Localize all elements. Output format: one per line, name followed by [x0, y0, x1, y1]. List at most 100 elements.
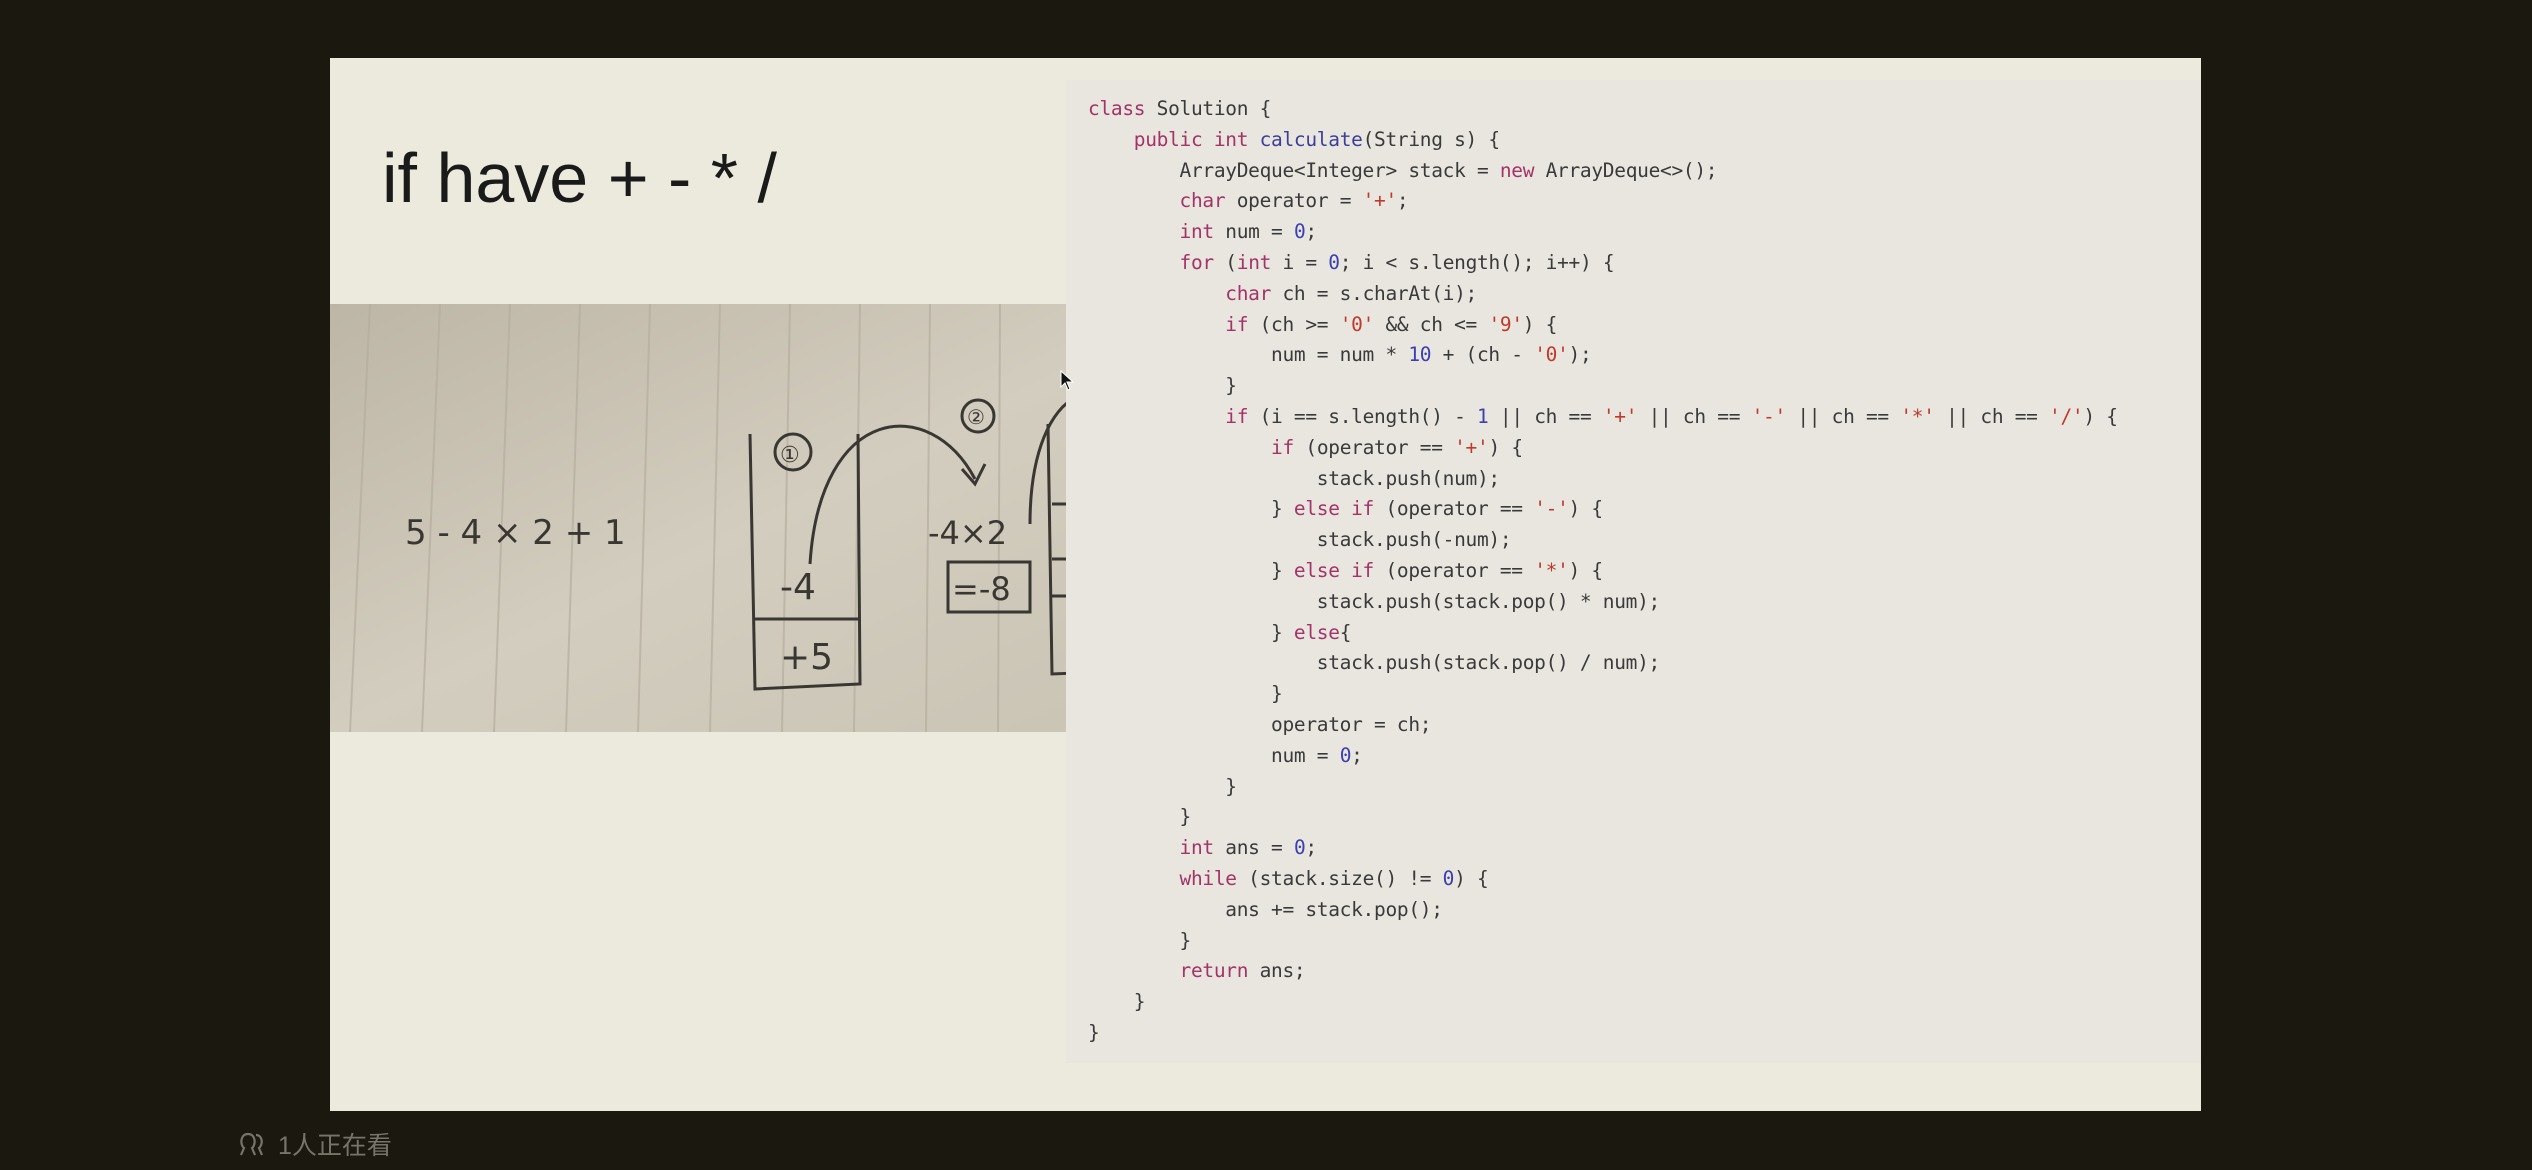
code-token: ; i < s.length(); i++) {	[1339, 251, 1615, 274]
code-token: num = num *	[1088, 343, 1409, 367]
code-line: }	[1088, 374, 1237, 397]
code-token: else	[1293, 620, 1340, 644]
code-token: else if	[1293, 559, 1375, 582]
code-line: }	[1088, 928, 1192, 952]
code-token: new	[1499, 158, 1535, 182]
code-line: } else if (operator == '*') {	[1088, 559, 1603, 582]
code-token: (operator ==	[1374, 559, 1535, 582]
code-line: stack.push(stack.pop() * num);	[1088, 589, 1661, 613]
code-line: ArrayDeque<Integer> stack = new ArrayDeq…	[1088, 158, 1718, 182]
code-token: stack.push(num);	[1088, 466, 1500, 490]
code-token: ans;	[1248, 959, 1306, 983]
code-line: } else if (operator == '-') {	[1088, 497, 1603, 520]
code-line: return ans;	[1088, 959, 1306, 983]
code-token: ;	[1351, 743, 1363, 767]
code-token: (ch >=	[1248, 312, 1340, 336]
code-line: stack.push(-num);	[1088, 528, 1512, 552]
code-token: '+'	[1602, 405, 1638, 428]
code-token: }	[1088, 559, 1294, 582]
code-token: ) {	[1568, 559, 1604, 582]
code-token: '-'	[1534, 497, 1569, 521]
presentation-slide: if have + - * / 5 - 4 × 2 + 1 ① ② ③ -4 +…	[330, 58, 2201, 1111]
code-token: while	[1179, 867, 1238, 890]
code-token: (stack.size() !=	[1236, 867, 1443, 890]
code-token: ;	[1305, 836, 1317, 860]
code-token: else if	[1293, 497, 1375, 521]
code-token: char	[1179, 189, 1226, 213]
code-line: if (operator == '+') {	[1088, 436, 1523, 459]
stack1-bottom: +5	[780, 637, 833, 678]
code-token: || ch ==	[1637, 405, 1752, 428]
code-token: || ch ==	[1934, 405, 2050, 428]
code-token: }	[1088, 374, 1237, 398]
code-token: (String s) {	[1362, 127, 1501, 151]
code-token: calculate	[1259, 127, 1363, 151]
code-line: if (ch >= '0' && ch <= '9') {	[1088, 313, 1557, 336]
code-token: int	[1179, 836, 1215, 860]
viewer-count-text: 1人正在看	[278, 1132, 392, 1160]
code-token: ) {	[1568, 497, 1604, 521]
code-token: (operator ==	[1374, 497, 1535, 521]
code-token: || ch ==	[1488, 405, 1603, 428]
code-token: num =	[1088, 743, 1340, 767]
code-line: ans += stack.pop();	[1088, 898, 1443, 921]
code-token: {	[1339, 620, 1352, 644]
code-token: 10	[1408, 343, 1432, 367]
code-line: for (int i = 0; i < s.length(); i++) {	[1088, 251, 1615, 274]
code-token: ;	[1305, 220, 1317, 244]
code-token: '*'	[1900, 405, 1935, 428]
code-line: while (stack.size() != 0) {	[1088, 867, 1489, 890]
code-token: stack.push(-num);	[1088, 528, 1512, 552]
code-token: '-'	[1751, 405, 1787, 428]
code-token: '0'	[1534, 343, 1569, 367]
code-token: (i == s.length() -	[1248, 405, 1477, 428]
code-token: int	[1236, 251, 1272, 274]
code-token: }	[1088, 682, 1283, 706]
viewer-count: 1人正在看	[238, 1126, 392, 1162]
code-token: }	[1088, 928, 1192, 952]
code-token: ArrayDeque<>();	[1534, 158, 1718, 182]
code-line: int ans = 0;	[1088, 836, 1318, 860]
code-token: if	[1225, 312, 1249, 336]
code-token: + (ch -	[1431, 343, 1535, 367]
code-token: '9'	[1488, 312, 1523, 336]
code-line: if (i == s.length() - 1 || ch == '+' || …	[1088, 405, 2118, 428]
photo-expression: 5 - 4 × 2 + 1	[405, 513, 626, 553]
code-token: ArrayDeque<Integer> stack =	[1088, 158, 1500, 182]
code-line: public int calculate(String s) {	[1088, 128, 1500, 151]
photo-label-2: ②	[967, 405, 985, 429]
code-line: } else{	[1088, 621, 1351, 644]
code-line: }	[1088, 682, 1283, 706]
code-token: stack.push(stack.pop() / num);	[1088, 651, 1661, 675]
code-line: }	[1088, 775, 1237, 798]
code-token: ;	[1396, 189, 1409, 213]
code-token: '/'	[2049, 405, 2084, 428]
stack1-top: -4	[780, 567, 816, 608]
code-token: '+'	[1362, 189, 1398, 213]
code-token: 1	[1476, 405, 1489, 428]
mouse-cursor-icon	[1060, 370, 1075, 391]
code-token: ans =	[1213, 836, 1294, 860]
photo-label-1: ①	[780, 443, 800, 468]
code-token: 0	[1293, 836, 1306, 860]
photo-middle-result: =-8	[952, 570, 1011, 608]
code-token: stack.push(stack.pop() * num);	[1088, 589, 1661, 613]
code-token: return	[1179, 959, 1249, 983]
code-token: 0	[1442, 867, 1455, 890]
code-token: ans += stack.pop();	[1088, 897, 1443, 921]
code-token: '*'	[1534, 559, 1569, 582]
code-token: ) {	[1454, 867, 1489, 890]
code-token: 0	[1339, 743, 1352, 767]
code-token: operator = ch;	[1088, 713, 1432, 736]
code-token: );	[1568, 343, 1592, 367]
code-token: char	[1225, 281, 1272, 305]
